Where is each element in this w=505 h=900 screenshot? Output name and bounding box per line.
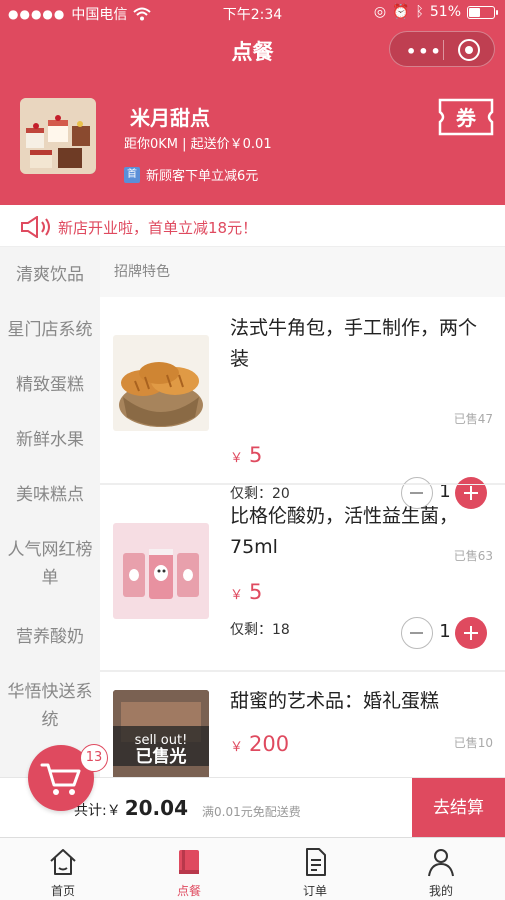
free-delivery-note: 满0.01元免配送费 xyxy=(202,805,301,819)
tab-bar: 首页 点餐 订单 我的 xyxy=(0,837,505,900)
currency-symbol: ￥ xyxy=(230,451,244,466)
total-amount: 20.04 xyxy=(124,796,188,820)
battery-icon xyxy=(467,5,498,19)
product-price: ￥ 5 xyxy=(230,580,262,604)
tab-home[interactable]: 首页 xyxy=(0,838,126,900)
quantity-stepper: 1 xyxy=(401,617,487,649)
tab-label: 我的 xyxy=(428,884,453,898)
checkout-button[interactable]: 去结算 xyxy=(412,778,505,838)
rotation-lock-icon: ◎ xyxy=(373,4,387,20)
product-image[interactable]: sell out! 已售光 xyxy=(113,690,209,777)
product-name: 甜蜜的艺术品：婚礼蛋糕 xyxy=(230,690,440,712)
product-price: ￥ 5 xyxy=(230,443,262,467)
mini-program-capsule[interactable]: ••• xyxy=(389,31,495,67)
product-card[interactable]: 法式牛角包，手工制作，两个装 已售47 ￥ 5 仅剩：20 1 xyxy=(100,297,505,509)
user-icon xyxy=(428,849,454,877)
category-item[interactable]: 营养酸奶 xyxy=(0,623,100,651)
sold-count: 已售47 xyxy=(453,412,493,426)
shop-meta: 距你0KM | 起送价￥0.01 xyxy=(124,137,272,152)
product-name: 比格伦酸奶，活性益生菌，75ml xyxy=(230,505,459,558)
increase-button[interactable] xyxy=(455,617,487,649)
coupon-label: 券 xyxy=(455,106,477,130)
sold-out-en: sell out! xyxy=(135,733,188,748)
product-image[interactable] xyxy=(113,335,209,431)
alarm-icon: ⏰ xyxy=(392,4,410,20)
new-customer-promo: 首 新顾客下单立减6元 xyxy=(124,165,258,184)
stock-left: 仅剩：18 xyxy=(230,622,290,638)
first-order-tag: 首 xyxy=(124,166,140,183)
croissant-image xyxy=(113,335,209,431)
close-target-icon[interactable] xyxy=(458,39,480,61)
battery-percent: 51% xyxy=(429,4,461,20)
bluetooth-icon: ᛒ xyxy=(415,4,424,20)
category-item[interactable]: 新鲜水果 xyxy=(0,426,100,454)
document-icon xyxy=(306,848,326,876)
category-item[interactable]: 美味糕点 xyxy=(0,481,100,509)
sold-count: 已售63 xyxy=(453,549,493,563)
quantity-value: 1 xyxy=(439,621,451,642)
tab-label: 订单 xyxy=(302,884,327,898)
product-name: 法式牛角包，手工制作，两个装 xyxy=(230,317,478,370)
battery-level xyxy=(469,7,481,17)
yogurt-image xyxy=(113,523,209,619)
home-icon xyxy=(50,849,76,875)
coupon-icon: 券 xyxy=(438,98,494,136)
section-title: 招牌特色 xyxy=(114,264,170,280)
tab-order-food[interactable]: 点餐 xyxy=(126,838,252,900)
category-item[interactable]: 清爽饮品 xyxy=(0,261,100,289)
announcement-bar: 新店开业啦，首单立减18元！ xyxy=(0,205,505,247)
product-card[interactable]: sell out! 已售光 甜蜜的艺术品：婚礼蛋糕 已售10 ￥ 200 xyxy=(100,671,505,777)
product-list: 招牌特色 法式牛角包，手工制作，两个装 已售47 ￥ 5 仅剩：20 1 比格伦… xyxy=(100,247,505,777)
sold-out-cn: 已售光 xyxy=(136,746,187,767)
capsule-divider xyxy=(443,40,444,60)
tab-label: 点餐 xyxy=(176,884,201,898)
decrease-button[interactable] xyxy=(401,617,433,649)
header: ●●●●● 中国电信 下午2:34 ◎ ⏰ ᛒ 51% 点餐 ••• 米月甜点 … xyxy=(0,0,505,205)
category-item[interactable]: 星门店系统 xyxy=(0,316,100,344)
tab-profile[interactable]: 我的 xyxy=(378,838,504,900)
coupon-button[interactable]: 券 xyxy=(438,98,494,136)
price-value: 5 xyxy=(249,443,263,467)
currency-symbol: ￥ xyxy=(230,588,244,603)
cake-image xyxy=(20,98,96,174)
category-sidebar: 清爽饮品 星门店系统 精致蛋糕 新鲜水果 美味糕点 人气网红榜单 营养酸奶 华悟… xyxy=(0,247,100,777)
currency-symbol: ￥ xyxy=(230,740,244,755)
shop-avatar xyxy=(20,98,96,174)
product-price: ￥ 200 xyxy=(230,732,289,756)
category-item[interactable]: 人气网红榜单 xyxy=(0,536,100,592)
tab-label: 首页 xyxy=(50,884,75,898)
product-image[interactable] xyxy=(113,523,209,619)
cart-count-badge: 13 xyxy=(80,744,108,772)
more-icon[interactable]: ••• xyxy=(406,42,443,61)
category-item[interactable]: 华悟快送系统 xyxy=(0,678,100,734)
category-item[interactable]: 精致蛋糕 xyxy=(0,371,100,399)
promo-text: 新顾客下单立减6元 xyxy=(146,169,259,184)
tab-orders[interactable]: 订单 xyxy=(252,838,378,900)
book-icon xyxy=(179,850,199,874)
status-bar: ●●●●● 中国电信 下午2:34 ◎ ⏰ ᛒ 51% xyxy=(0,0,505,26)
speaker-icon xyxy=(21,216,50,238)
sold-count: 已售10 xyxy=(453,736,493,750)
price-value: 200 xyxy=(249,732,290,756)
sold-out-overlay: sell out! 已售光 xyxy=(113,690,209,777)
product-card[interactable]: 比格伦酸奶，活性益生菌，75ml 已售63 ￥ 5 仅剩：18 1 xyxy=(100,484,505,671)
announcement-text: 新店开业啦，首单立减18元！ xyxy=(58,219,258,237)
shop-name: 米月甜点 xyxy=(130,106,210,130)
price-value: 5 xyxy=(249,580,263,604)
